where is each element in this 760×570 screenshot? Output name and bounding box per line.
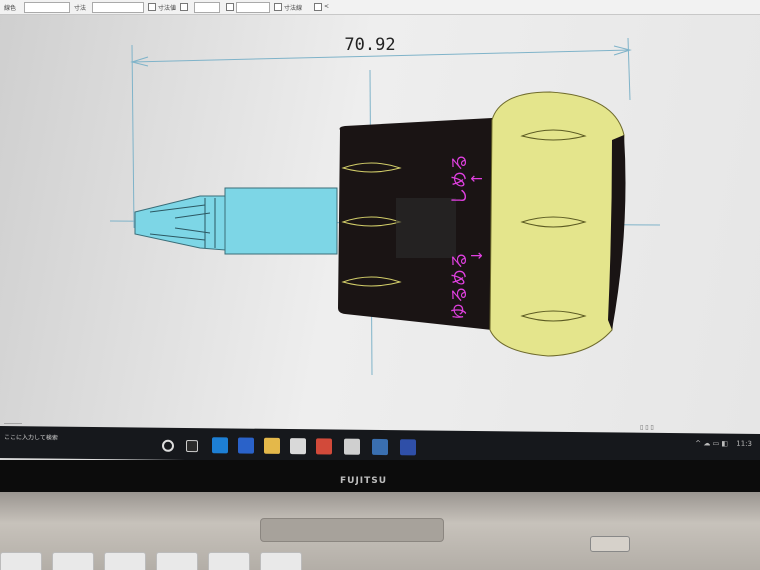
tighten-label: しめる	[450, 154, 470, 205]
cortana-icon[interactable]	[162, 439, 174, 452]
toolbar-checkbox[interactable]	[274, 3, 282, 11]
toolbar-label: 寸法	[74, 5, 87, 12]
handle-grip	[489, 91, 625, 357]
toolbar-select[interactable]	[194, 2, 220, 13]
dimension-value: 70.92	[344, 35, 395, 55]
toolbar-checkbox[interactable]	[226, 3, 234, 11]
status-fields: ▯ ▯ ▯	[640, 424, 654, 431]
tighten-arrow: ↑	[468, 172, 486, 185]
bit-tip	[134, 195, 226, 251]
keyboard-key[interactable]	[156, 552, 198, 570]
keyboard-key[interactable]	[0, 552, 42, 570]
toolbar-select[interactable]	[92, 2, 144, 13]
keyboard-key[interactable]	[52, 552, 94, 570]
store-icon[interactable]	[290, 438, 306, 455]
mail-icon[interactable]	[344, 438, 360, 455]
bit-shank	[224, 187, 338, 255]
system-tray: ^ ☁ ▭ ◧ 11:3	[695, 439, 752, 448]
keyboard-key[interactable]	[104, 552, 146, 570]
keyboard-key[interactable]	[260, 552, 302, 570]
drawing-canvas[interactable]: 70.92 ゆるめる ↓ しめる ↑	[0, 15, 760, 425]
media-icon[interactable]	[316, 438, 332, 455]
task-view-icon[interactable]	[186, 439, 198, 453]
toolbar-checkbox[interactable]	[148, 3, 156, 11]
edge-icon[interactable]	[212, 437, 228, 454]
toolbar-select[interactable]	[24, 2, 70, 13]
toolbar-label: 線色	[4, 5, 17, 12]
toolbar-label: <	[324, 3, 330, 10]
monitor-screen: 線色 寸法 寸法値 寸法線 < 70.92 ゆるめる ↓ しめる ↑ ――― ▯…	[0, 0, 760, 470]
toolbar-label: 寸法値	[158, 5, 177, 12]
search-box[interactable]: ここに入力して検索	[4, 432, 58, 442]
loosen-arrow: ↓	[468, 249, 486, 262]
toolbar-checkbox[interactable]	[314, 3, 322, 11]
screen-reflection	[396, 198, 456, 258]
java-icon[interactable]	[400, 439, 416, 456]
power-button[interactable]	[590, 536, 630, 552]
toolbar-label: 寸法線	[284, 5, 303, 12]
ie-icon[interactable]	[238, 437, 254, 454]
speaker-grille	[260, 518, 444, 542]
loosen-label: ゆるめる	[450, 252, 470, 320]
photo-scene: 線色 寸法 寸法値 寸法線 < 70.92 ゆるめる ↓ しめる ↑ ――― ▯…	[0, 0, 760, 570]
cad-toolbar: 線色 寸法 寸法値 寸法線 <	[0, 0, 760, 15]
keyboard-key[interactable]	[208, 552, 250, 570]
tray-clock[interactable]: 11:3	[736, 440, 752, 448]
brand-logo: FUJITSU	[340, 476, 388, 486]
tray-icons[interactable]: ^ ☁ ▭ ◧	[695, 439, 728, 447]
toolbar-checkbox[interactable]	[180, 3, 188, 11]
folder-icon[interactable]	[264, 437, 280, 454]
toolbar-select[interactable]	[236, 2, 270, 13]
cad-app-icon[interactable]	[372, 438, 388, 456]
